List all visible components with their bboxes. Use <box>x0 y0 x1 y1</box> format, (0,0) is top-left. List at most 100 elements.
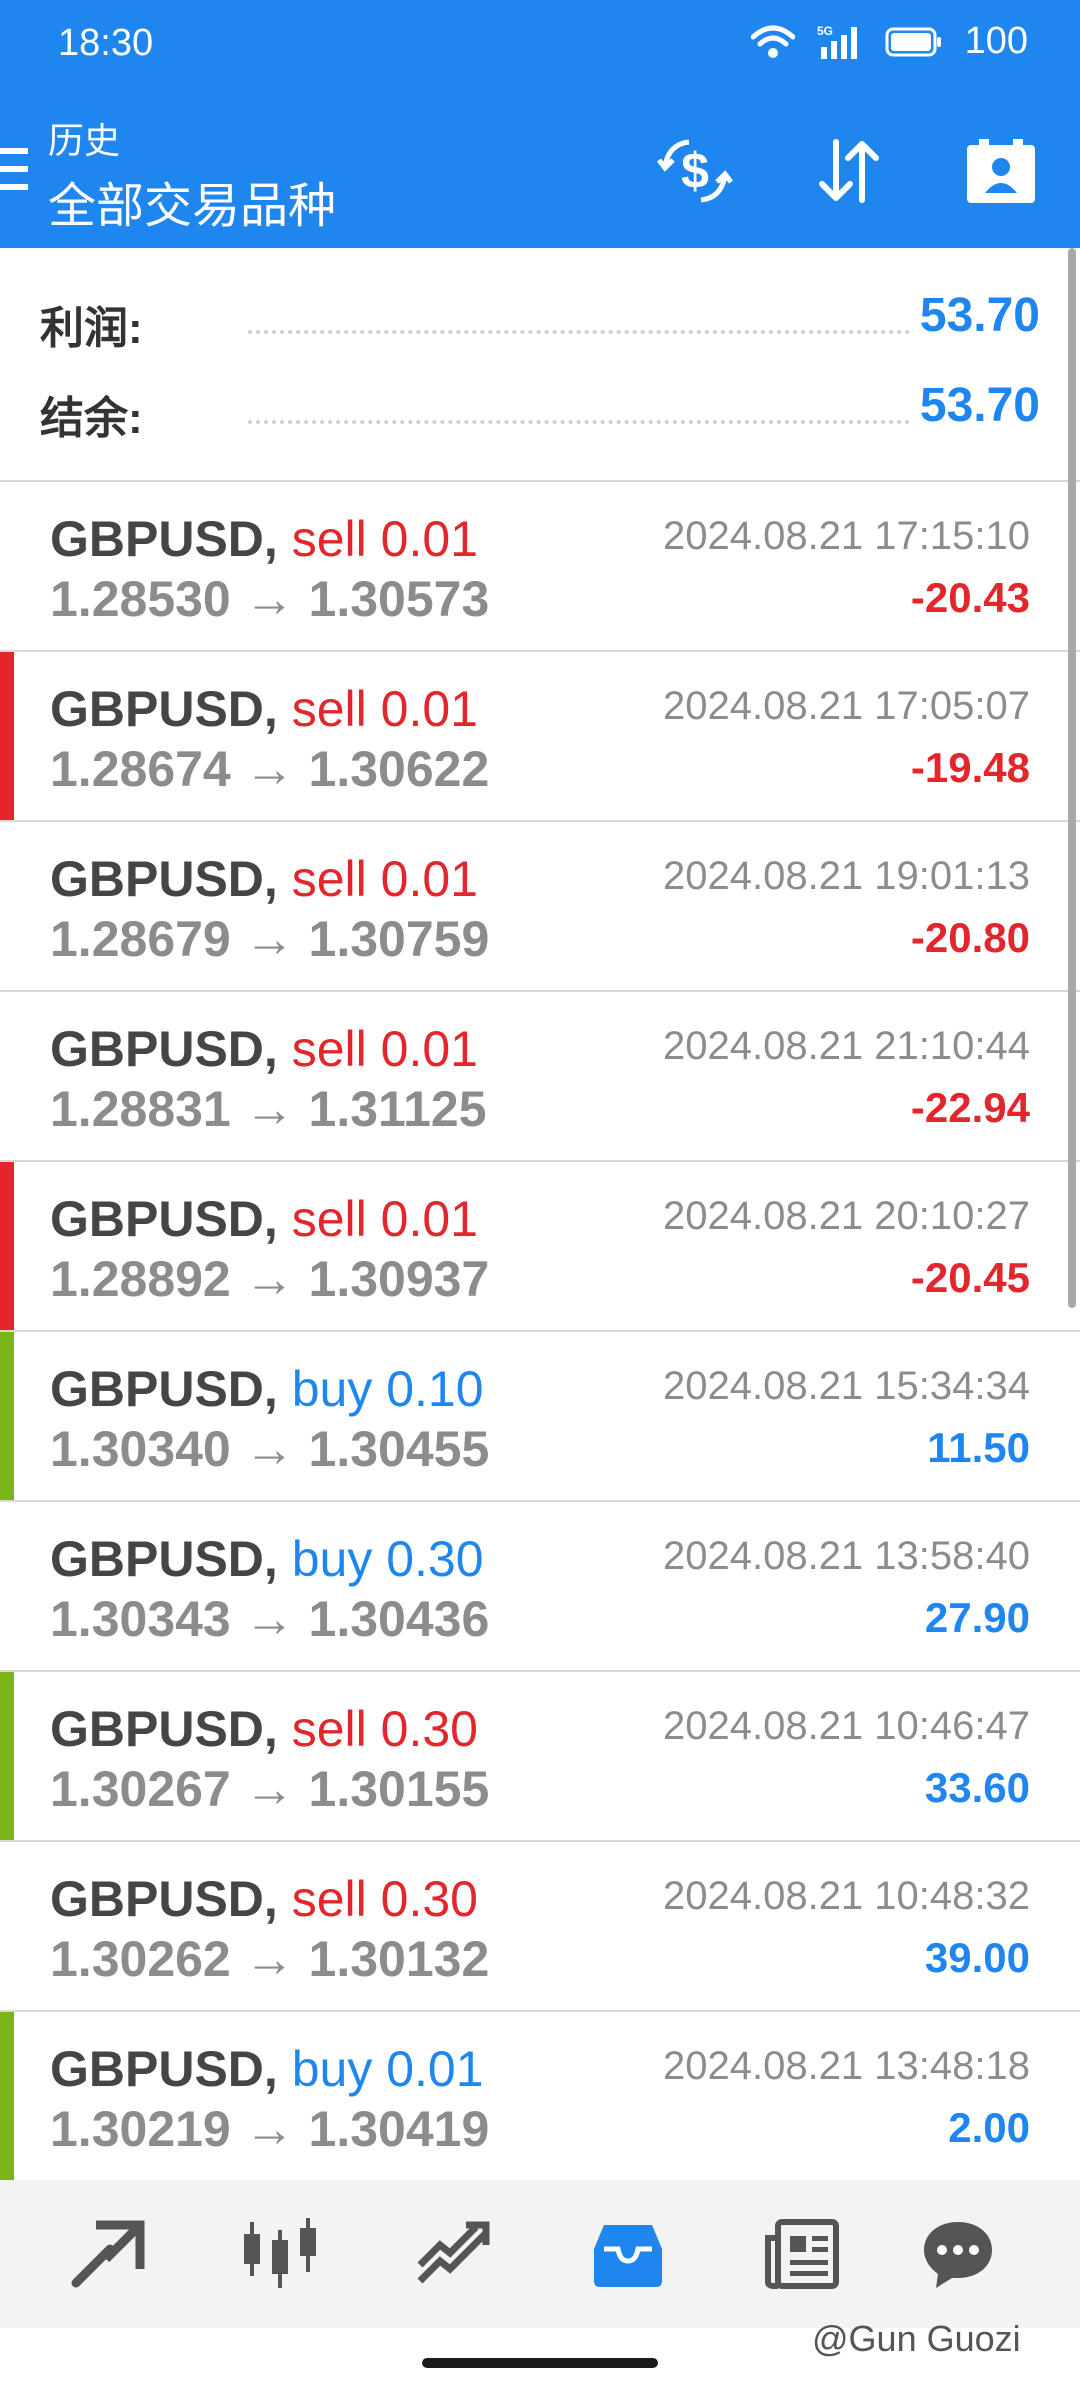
trade-prices: 1.28530 → 1.30573 <box>50 571 490 627</box>
status-time: 18:30 <box>58 22 154 64</box>
trade-side: sell 0.01 <box>291 1021 478 1077</box>
trade-symbol: GBPUSD, <box>50 1531 278 1587</box>
symbol-filter[interactable]: 全部交易品种 <box>48 166 336 236</box>
nav-chart[interactable] <box>236 2210 324 2298</box>
account-badge-icon <box>967 139 1035 203</box>
balance-label: 结余: <box>40 394 143 443</box>
battery-level: 100 <box>964 20 1028 62</box>
trade-accent-bar <box>0 822 14 990</box>
nav-chat[interactable] <box>914 2210 1002 2298</box>
trade-symbol: GBPUSD, <box>50 681 278 737</box>
wifi-icon <box>750 25 795 58</box>
signal-5g-icon: 5G <box>817 24 857 59</box>
trade-profit: -20.43 <box>910 574 1030 621</box>
trade-row[interactable]: GBPUSD, sell 0.01 1.28530 → 1.30573 2024… <box>0 482 1080 652</box>
chart-icon <box>244 2218 316 2288</box>
trade-symbol: GBPUSD, <box>50 851 278 907</box>
trade-time: 2024.08.21 13:48:18 <box>662 2044 1030 2088</box>
trade-profit: 2.00 <box>948 2104 1030 2151</box>
trade-time: 2024.08.21 17:05:07 <box>662 684 1030 728</box>
trade-row[interactable]: GBPUSD, sell 0.30 1.30262 → 1.30132 2024… <box>0 1842 1080 2012</box>
trade-side: sell 0.30 <box>291 1701 478 1757</box>
trade-accent-bar <box>0 1162 14 1330</box>
trade-time: 2024.08.21 10:48:32 <box>662 1874 1030 1918</box>
trade-prices: 1.30219 → 1.30419 <box>50 2101 490 2157</box>
trade-symbol: GBPUSD, <box>50 1191 278 1247</box>
trade-symbol-line: GBPUSD, sell 0.01 <box>50 1190 478 1248</box>
trade-row[interactable]: GBPUSD, buy 0.30 1.30343 → 1.30436 2024.… <box>0 1502 1080 1672</box>
currency-exchange-icon: $ <box>657 139 733 203</box>
menu-icon[interactable] <box>0 148 30 192</box>
trade-row[interactable]: GBPUSD, sell 0.30 1.30267 → 1.30155 2024… <box>0 1672 1080 1842</box>
sort-button[interactable] <box>806 128 892 214</box>
trade-prices: 1.30267 → 1.30155 <box>50 1761 490 1817</box>
nav-quotes[interactable] <box>64 2210 152 2298</box>
scrollbar[interactable] <box>1068 248 1076 1308</box>
trade-row[interactable]: GBPUSD, sell 0.01 1.28892 → 1.30937 2024… <box>0 1162 1080 1332</box>
trade-row[interactable]: GBPUSD, sell 0.01 1.28679 → 1.30759 2024… <box>0 822 1080 992</box>
profit-value: 53.70 <box>919 289 1040 342</box>
trade-profit: 27.90 <box>924 1594 1030 1641</box>
trade-row[interactable]: GBPUSD, buy 0.10 1.30340 → 1.30455 2024.… <box>0 1332 1080 1502</box>
summary-panel: 利润: 53.70 结余: 53.70 <box>0 248 1080 480</box>
trade-symbol-line: GBPUSD, buy 0.10 <box>50 1360 484 1418</box>
trade-time: 2024.08.21 21:10:44 <box>662 1024 1030 1068</box>
trade-icon <box>417 2221 490 2284</box>
network-label: 5G <box>817 24 833 38</box>
profit-label: 利润: <box>40 304 143 353</box>
account-badge-button[interactable] <box>958 128 1044 214</box>
trade-accent-bar <box>0 2012 14 2180</box>
dotted-leader <box>248 330 910 334</box>
svg-text:$: $ <box>681 143 709 199</box>
trade-profit: -20.80 <box>910 914 1030 961</box>
nav-news[interactable] <box>758 2210 846 2298</box>
trade-time: 2024.08.21 13:58:40 <box>662 1534 1030 1578</box>
nav-history[interactable] <box>584 2210 672 2298</box>
trade-side: sell 0.01 <box>291 681 478 737</box>
trade-prices: 1.28679 → 1.30759 <box>50 911 490 967</box>
nav-trade[interactable] <box>410 2210 498 2298</box>
trade-symbol: GBPUSD, <box>50 511 278 567</box>
trade-profit: 33.60 <box>924 1764 1030 1811</box>
trade-profit: -20.45 <box>910 1254 1030 1301</box>
trade-symbol-line: GBPUSD, buy 0.01 <box>50 2040 484 2098</box>
screen-title: 历史 <box>48 120 121 161</box>
trade-symbol: GBPUSD, <box>50 1701 278 1757</box>
trade-list: GBPUSD, sell 0.01 1.28530 → 1.30573 2024… <box>0 482 1080 2182</box>
trade-row[interactable]: GBPUSD, sell 0.01 1.28831 → 1.31125 2024… <box>0 992 1080 1162</box>
trade-symbol-line: GBPUSD, sell 0.01 <box>50 850 478 908</box>
trade-prices: 1.30340 → 1.30455 <box>50 1421 490 1477</box>
trade-row[interactable]: GBPUSD, buy 0.01 1.30219 → 1.30419 2024.… <box>0 2012 1080 2182</box>
trade-symbol-line: GBPUSD, sell 0.01 <box>50 510 478 568</box>
trade-symbol: GBPUSD, <box>50 1361 278 1417</box>
sort-icon <box>819 139 879 203</box>
trade-side: buy 0.10 <box>291 1361 484 1417</box>
balance-row: 结余: 53.70 <box>40 379 1040 452</box>
trade-row[interactable]: GBPUSD, sell 0.01 1.28674 → 1.30622 2024… <box>0 652 1080 822</box>
trade-accent-bar <box>0 1672 14 1840</box>
trade-accent-bar <box>0 482 14 650</box>
trade-accent-bar <box>0 992 14 1160</box>
quotes-icon <box>71 2220 145 2288</box>
app-header: 18:30 5G 100 历史 全部交易品种 $ <box>0 0 1080 248</box>
history-icon <box>594 2225 662 2287</box>
trade-symbol-line: GBPUSD, buy 0.30 <box>50 1530 484 1588</box>
trade-symbol-line: GBPUSD, sell 0.01 <box>50 680 478 738</box>
trade-accent-bar <box>0 652 14 820</box>
trade-side: sell 0.01 <box>291 511 478 567</box>
home-indicator[interactable] <box>422 2358 658 2368</box>
trade-profit: 11.50 <box>927 1424 1030 1471</box>
trade-profit: -22.94 <box>910 1084 1030 1131</box>
currency-exchange-button[interactable]: $ <box>652 128 738 214</box>
bottom-nav <box>0 2180 1080 2328</box>
trade-time: 2024.08.21 10:46:47 <box>662 1704 1030 1748</box>
trade-symbol: GBPUSD, <box>50 1021 278 1077</box>
trade-symbol: GBPUSD, <box>50 1871 278 1927</box>
watermark: @Gun Guozi <box>812 2318 1021 2359</box>
trade-accent-bar <box>0 1842 14 2010</box>
trade-prices: 1.28831 → 1.31125 <box>50 1081 487 1137</box>
trade-time: 2024.08.21 17:15:10 <box>662 514 1030 558</box>
trade-side: buy 0.30 <box>291 1531 484 1587</box>
balance-value: 53.70 <box>919 379 1040 432</box>
trade-symbol-line: GBPUSD, sell 0.01 <box>50 1020 478 1078</box>
